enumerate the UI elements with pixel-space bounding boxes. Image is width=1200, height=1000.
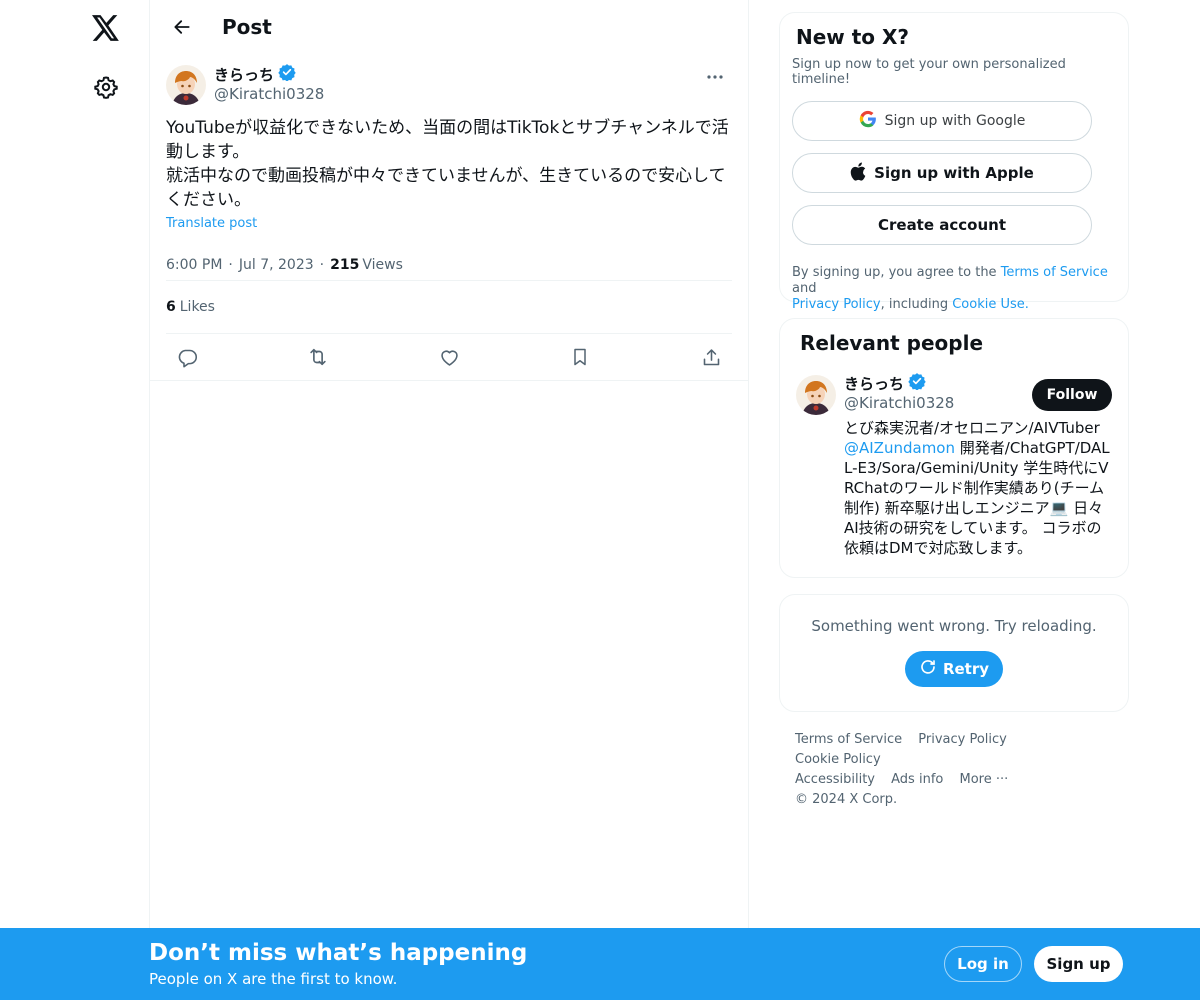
error-card: Something went wrong. Try reloading. Ret… xyxy=(779,594,1129,712)
person-name[interactable]: きらっち xyxy=(844,373,904,394)
likes-row[interactable]: 6 Likes xyxy=(166,281,732,334)
verified-badge-icon xyxy=(278,63,296,85)
signup-apple-button[interactable]: Sign up with Apple xyxy=(792,153,1092,193)
right-sidebar: New to X? Sign up now to get your own pe… xyxy=(779,12,1129,810)
cookie-link[interactable]: Cookie Use. xyxy=(952,297,1029,312)
views-count: 215 xyxy=(330,256,360,273)
page-title: Post xyxy=(222,15,272,39)
follow-button[interactable]: Follow xyxy=(1032,379,1112,411)
retry-label: Retry xyxy=(942,660,990,678)
signup-google-label: Sign up with Google xyxy=(884,113,1026,129)
refresh-icon xyxy=(919,658,937,680)
legal-prefix: By signing up, you agree to the xyxy=(792,265,997,280)
bottom-signup-bar: Don’t miss what’s happening People on X … xyxy=(0,928,1200,1000)
back-arrow-icon[interactable] xyxy=(164,9,200,45)
post-text: YouTubeが収益化できないため、当面の間はTikTokとサブチャンネルで活動… xyxy=(166,118,729,210)
meta-separator: · xyxy=(228,256,233,273)
privacy-link[interactable]: Privacy Policy xyxy=(792,297,881,312)
post-time[interactable]: 6:00 PM xyxy=(166,257,222,273)
page-header: Post xyxy=(150,0,748,54)
post-meta: 6:00 PM · Jul 7, 2023 · 215 Views xyxy=(166,249,732,281)
app-root: Post きらっち @Kiratchi0328 YouTubeが収益化できないた… xyxy=(0,0,1200,1000)
retry-button[interactable]: Retry xyxy=(905,651,1003,687)
signup-google-button[interactable]: Sign up with Google xyxy=(792,101,1092,141)
footer-link[interactable]: Terms of Service xyxy=(795,730,902,750)
terms-link[interactable]: Terms of Service xyxy=(1001,265,1108,280)
bookmark-icon[interactable] xyxy=(563,340,597,374)
signup-legal-text: By signing up, you agree to the Terms of… xyxy=(792,265,1112,313)
like-icon[interactable] xyxy=(432,340,466,374)
post: きらっち @Kiratchi0328 YouTubeが収益化できないため、当面の… xyxy=(150,54,748,381)
share-icon[interactable] xyxy=(694,340,728,374)
translate-post-link[interactable]: Translate post xyxy=(166,216,257,231)
bottom-bar-subtitle: People on X are the first to know. xyxy=(149,970,398,988)
reply-icon[interactable] xyxy=(170,340,204,374)
error-message: Something went wrong. Try reloading. xyxy=(811,617,1097,635)
relevant-person[interactable]: きらっち @Kiratchi0328 とび森実況者/オセロニアン/AIVTube… xyxy=(796,373,1112,558)
signup-card: New to X? Sign up now to get your own pe… xyxy=(779,12,1129,312)
footer-link[interactable]: Ads info xyxy=(891,770,943,790)
repost-icon[interactable] xyxy=(301,340,335,374)
legal-and: and xyxy=(792,281,817,296)
left-nav xyxy=(0,0,149,1000)
signup-apple-label: Sign up with Apple xyxy=(874,164,1034,182)
author-avatar[interactable] xyxy=(166,65,206,105)
apple-logo-icon xyxy=(850,162,866,185)
bio-mention-link[interactable]: @AIZundamon xyxy=(844,439,955,457)
legal-including: , including xyxy=(880,297,949,312)
more-options-icon[interactable] xyxy=(698,60,732,94)
create-account-button[interactable]: Create account xyxy=(792,205,1092,245)
footer-links: Terms of Service Privacy Policy Cookie P… xyxy=(779,730,1129,810)
footer-link[interactable]: Privacy Policy xyxy=(918,730,1007,750)
likes-count: 6 xyxy=(166,299,176,315)
login-button[interactable]: Log in xyxy=(944,946,1022,982)
footer-more-link[interactable]: More ··· xyxy=(959,770,1008,790)
meta-separator: · xyxy=(319,256,325,273)
person-avatar[interactable] xyxy=(796,375,836,415)
person-bio: とび森実況者/オセロニアン/AIVTuber @AIZundamon 開発者/C… xyxy=(844,418,1110,558)
author-name-row[interactable]: きらっち xyxy=(214,64,324,84)
bio-text: とび森実況者/オセロニアン/AIVTuber xyxy=(844,419,1100,437)
signup-card-subtitle: Sign up now to get your own personalized… xyxy=(792,57,1066,87)
main-column: Post きらっち @Kiratchi0328 YouTubeが収益化できないた… xyxy=(149,0,749,1000)
google-g-icon xyxy=(859,110,877,132)
settings-gear-icon[interactable] xyxy=(86,67,126,107)
signup-button[interactable]: Sign up xyxy=(1034,946,1123,982)
footer-link[interactable]: Cookie Policy xyxy=(795,750,881,770)
x-logo-icon[interactable] xyxy=(86,8,126,48)
author-name[interactable]: きらっち xyxy=(214,64,274,85)
post-actions xyxy=(150,334,748,381)
verified-badge-icon xyxy=(908,372,926,394)
likes-label: Likes xyxy=(179,299,215,315)
post-author-row: きらっち @Kiratchi0328 xyxy=(166,54,732,112)
footer-copyright: © 2024 X Corp. xyxy=(795,792,898,807)
relevant-people-title: Relevant people xyxy=(800,331,984,355)
footer-link[interactable]: Accessibility xyxy=(795,770,875,790)
bottom-bar-title: Don’t miss what’s happening xyxy=(149,940,528,966)
signup-card-title: New to X? xyxy=(796,25,910,49)
relevant-people-card: Relevant people きらっち @Kiratchi0328 とび森実況… xyxy=(779,318,1129,578)
post-date[interactable]: Jul 7, 2023 xyxy=(239,257,314,273)
create-account-label: Create account xyxy=(877,216,1006,234)
author-handle[interactable]: @Kiratchi0328 xyxy=(214,85,324,103)
views-label: Views xyxy=(362,256,403,273)
